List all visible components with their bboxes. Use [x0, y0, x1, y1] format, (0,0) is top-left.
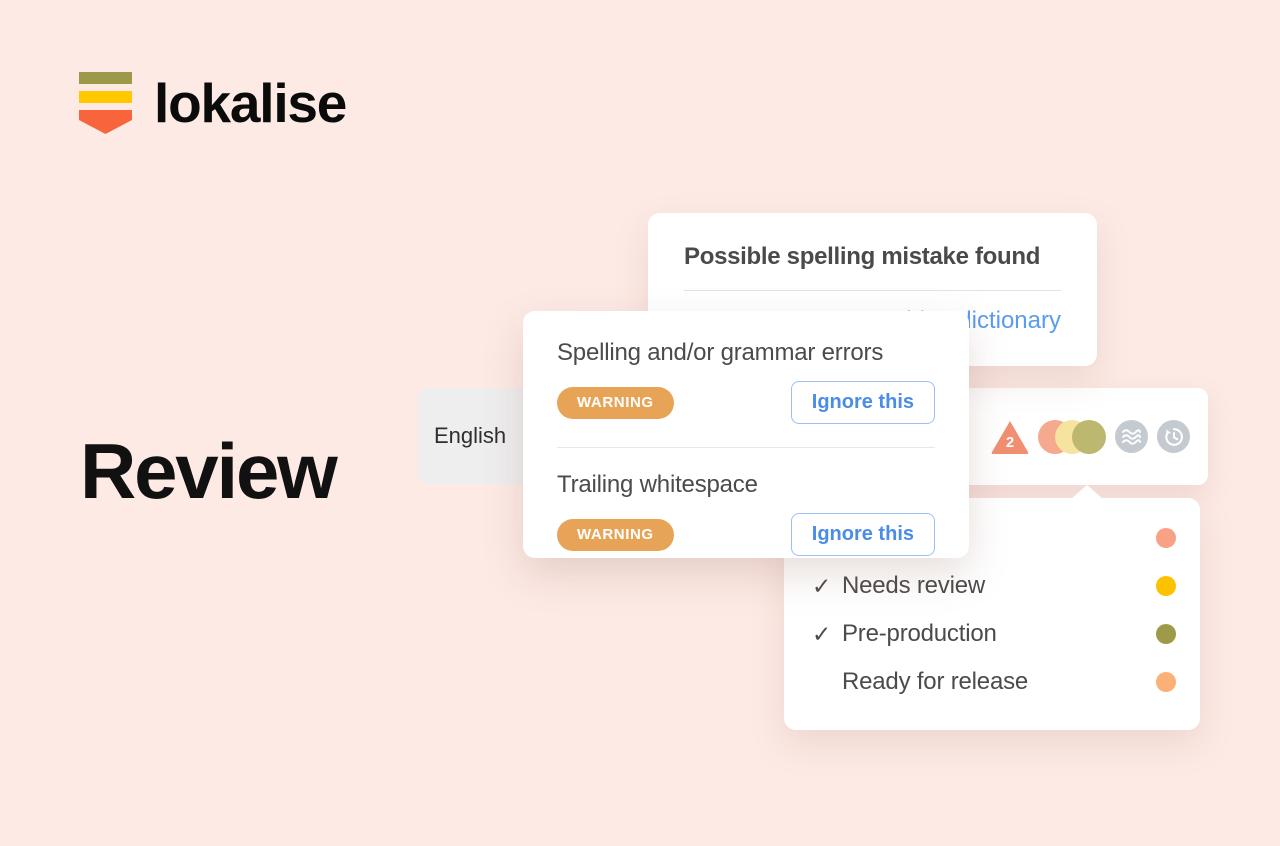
status-row-needs-review[interactable]: ✓ Needs review — [784, 562, 1200, 610]
qa-badge-whitespace: WARNING — [557, 518, 674, 551]
qa-item-controls-spelling: WARNING Ignore this — [557, 381, 935, 424]
status-label-pre-production: Pre-production — [842, 620, 997, 647]
qa-badge-spelling: WARNING — [557, 386, 674, 419]
toolbar-icon-row: 2 — [991, 419, 1190, 454]
status-dot-stack[interactable] — [1038, 419, 1106, 454]
qa-item-title-whitespace: Trailing whitespace — [557, 471, 758, 498]
qa-item-controls-whitespace: WARNING Ignore this — [557, 513, 935, 556]
status-dot-0 — [1156, 528, 1176, 548]
logo-bar-yellow — [79, 91, 132, 103]
logo-chevron-orange-icon — [79, 110, 132, 134]
ignore-this-button-spelling[interactable]: Ignore this — [790, 381, 935, 424]
status-label-needs-review: Needs review — [842, 572, 985, 599]
qa-popup-divider — [557, 447, 935, 448]
qa-item-title-spelling: Spelling and/or grammar errors — [557, 339, 884, 366]
qa-warnings-popup: Spelling and/or grammar errors WARNING I… — [523, 311, 969, 558]
brand-wordmark: lokalise — [154, 71, 347, 134]
status-row-pre-production[interactable]: ✓ Pre-production — [784, 610, 1200, 658]
status-dot-needs-review — [1156, 576, 1176, 596]
status-dot-ready-for-release — [1156, 672, 1176, 692]
status-dot-pre-production — [1156, 624, 1176, 644]
qa-item-whitespace: Trailing whitespace WARNING Ignore this — [557, 471, 935, 556]
status-check-needs-review: ✓ — [812, 572, 832, 599]
logo-bar-olive — [79, 72, 132, 84]
qa-item-spelling: Spelling and/or grammar errors WARNING I… — [557, 339, 935, 424]
language-chip-label: English — [434, 423, 507, 448]
fuzzy-waves-icon[interactable] — [1115, 420, 1148, 453]
brand-logo: lokalise — [79, 71, 347, 134]
page-title: Review — [80, 427, 338, 515]
status-label-ready-for-release: Ready for release — [842, 668, 1029, 695]
spelling-card-divider — [684, 290, 1061, 291]
warning-triangle-icon[interactable]: 2 — [991, 420, 1029, 454]
status-check-pre-production: ✓ — [812, 620, 832, 647]
lokalise-mark-icon — [79, 72, 132, 134]
dropdown-pointer — [1071, 485, 1103, 499]
warning-count: 2 — [1005, 433, 1015, 451]
spelling-card-title: Possible spelling mistake found — [684, 243, 1041, 270]
status-row-ready-for-release[interactable]: Ready for release — [784, 658, 1200, 706]
status-dot-olive — [1072, 419, 1106, 454]
ignore-this-button-whitespace[interactable]: Ignore this — [790, 513, 935, 556]
history-clock-icon[interactable] — [1157, 420, 1190, 453]
